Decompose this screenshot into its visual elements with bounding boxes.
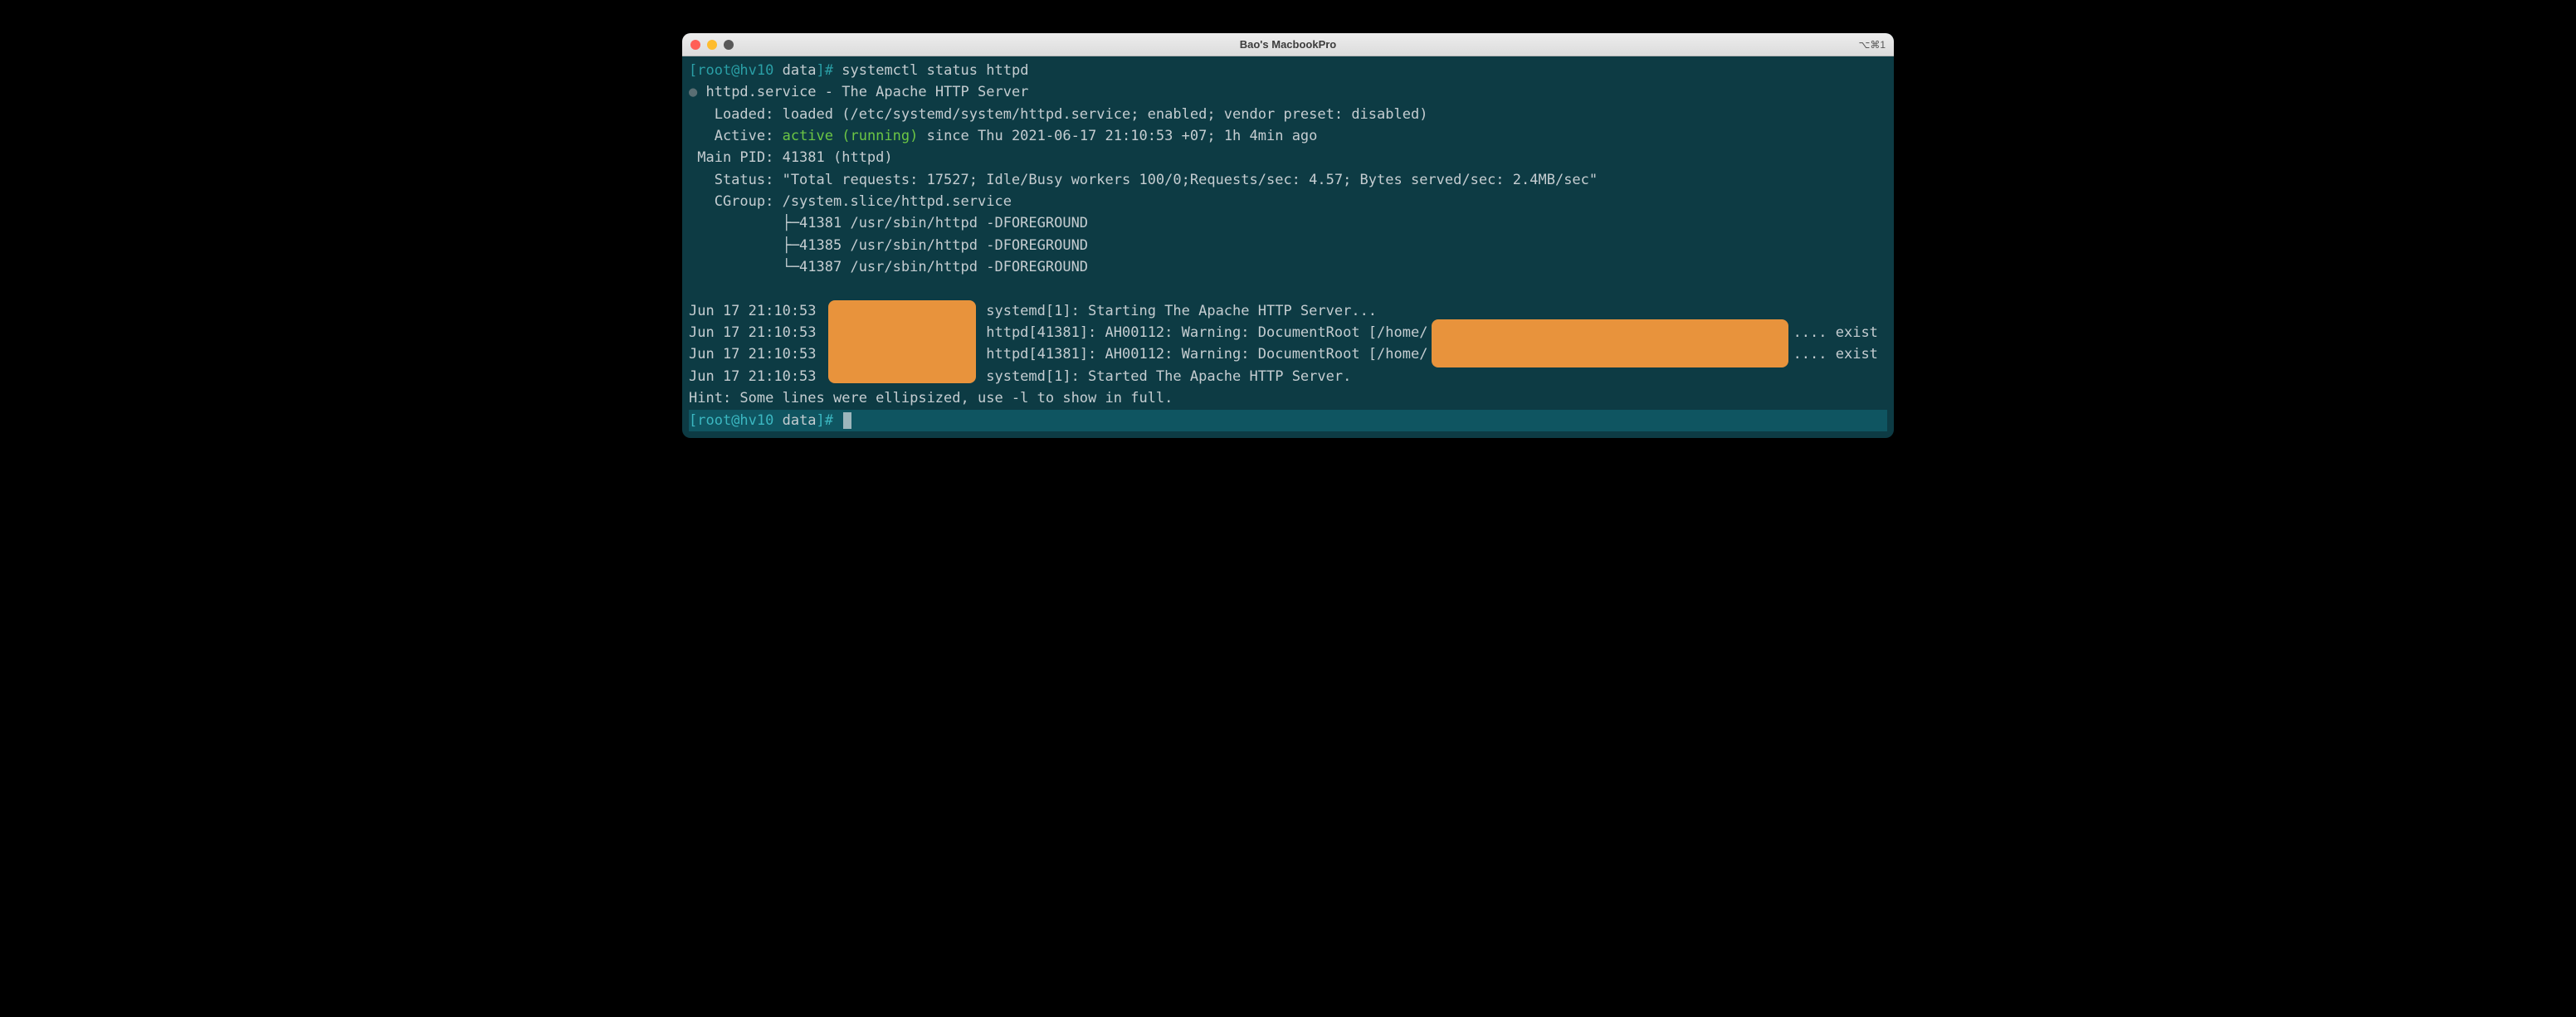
active-since: since Thu 2021-06-17 21:10:53 +07; 1h 4m… xyxy=(918,128,1317,144)
log-block: Jun 17 21:10:53 systemd[1]: Starting The… xyxy=(689,300,1887,387)
active-status: active (running) xyxy=(783,128,919,144)
redaction-hostname xyxy=(828,300,976,383)
main-pid-line: Main PID: 41381 (httpd) xyxy=(689,147,1887,168)
prompt-suffix: ]# xyxy=(817,62,842,79)
window-controls xyxy=(690,40,734,50)
prompt-line: [root@hv10 data]# systemctl status httpd xyxy=(689,60,1887,81)
log3-ts: Jun 17 21:10:53 xyxy=(689,346,825,363)
log2-msg: httpd[41381]: AH00112: Warning: Document… xyxy=(978,324,1427,341)
command-text: systemctl status httpd xyxy=(842,62,1028,79)
log3-msg: httpd[41381]: AH00112: Warning: Document… xyxy=(978,346,1427,363)
prompt2-userhost: [root@hv10 xyxy=(689,410,783,431)
log4-ts: Jun 17 21:10:53 xyxy=(689,368,825,385)
close-button[interactable] xyxy=(690,40,700,50)
log4-msg: systemd[1]: Started The Apache HTTP Serv… xyxy=(978,368,1351,385)
active-label: Active: xyxy=(689,128,783,144)
redaction-path xyxy=(1432,319,1788,367)
titlebar-shortcut: ⌥⌘1 xyxy=(1858,39,1886,51)
cgroup-line: CGroup: /system.slice/httpd.service xyxy=(689,191,1887,212)
window-title: Bao's MacbookPro xyxy=(1240,38,1337,51)
process-2: ├─41385 /usr/sbin/httpd -DFOREGROUND xyxy=(689,235,1887,256)
loaded-line: Loaded: loaded (/etc/systemd/system/http… xyxy=(689,104,1887,125)
cursor-icon xyxy=(843,412,851,429)
blank-line xyxy=(689,278,1887,299)
prompt2-suffix: ]# xyxy=(817,410,842,431)
service-header: ● httpd.service - The Apache HTTP Server xyxy=(689,81,1887,103)
service-name: httpd.service - The Apache HTTP Server xyxy=(697,84,1028,100)
log2-ts: Jun 17 21:10:53 xyxy=(689,324,825,341)
zoom-button[interactable] xyxy=(724,40,734,50)
status-bullet-icon: ● xyxy=(689,84,697,100)
titlebar[interactable]: Bao's MacbookPro ⌥⌘1 xyxy=(682,33,1894,56)
log1-ts: Jun 17 21:10:53 xyxy=(689,303,825,319)
hint-line: Hint: Some lines were ellipsized, use -l… xyxy=(689,387,1887,409)
process-1: ├─41381 /usr/sbin/httpd -DFOREGROUND xyxy=(689,212,1887,234)
status-text-line: Status: "Total requests: 17527; Idle/Bus… xyxy=(689,169,1887,191)
prompt-userhost: [root@hv10 xyxy=(689,62,783,79)
prompt-path: data xyxy=(783,62,817,79)
prompt2-path: data xyxy=(783,410,817,431)
process-3: └─41387 /usr/sbin/httpd -DFOREGROUND xyxy=(689,256,1887,278)
active-line: Active: active (running) since Thu 2021-… xyxy=(689,125,1887,147)
prompt-line-2[interactable]: [root@hv10 data]# xyxy=(689,410,1887,431)
minimize-button[interactable] xyxy=(707,40,717,50)
log3-end: .... exist xyxy=(1793,346,1878,363)
terminal-window: Bao's MacbookPro ⌥⌘1 [root@hv10 data]# s… xyxy=(682,33,1894,438)
log1-msg: systemd[1]: Starting The Apache HTTP Ser… xyxy=(978,303,1377,319)
terminal-body[interactable]: [root@hv10 data]# systemctl status httpd… xyxy=(682,56,1894,438)
log2-end: .... exist xyxy=(1793,324,1878,341)
